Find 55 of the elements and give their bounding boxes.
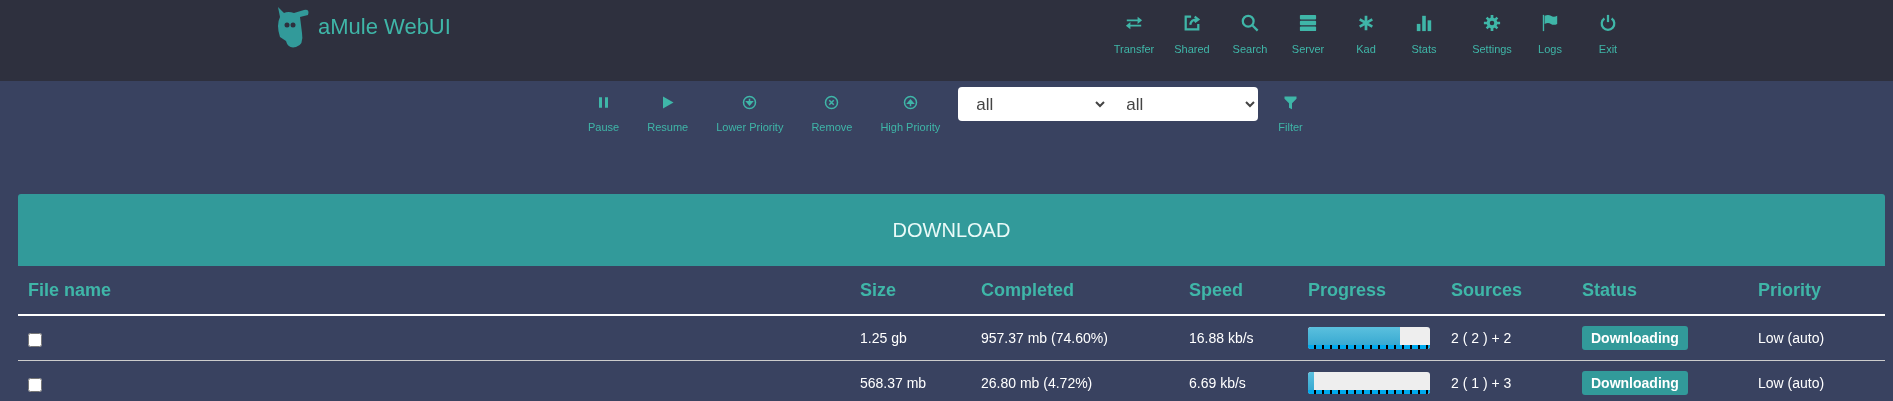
x-circle-icon [824, 95, 840, 110]
flag-icon [1541, 14, 1559, 32]
nav-link[interactable]: Transfer [1105, 14, 1163, 55]
column-header: Progress [1298, 266, 1441, 315]
column-header: Sources [1441, 266, 1572, 315]
nav-link[interactable]: Exit [1579, 14, 1637, 55]
nav-link[interactable]: Shared [1163, 14, 1221, 55]
table-cell: Low (auto) [1748, 315, 1885, 361]
table-cell: 568.37 mb [850, 360, 971, 401]
table-cell: Low (auto) [1748, 360, 1885, 401]
toolbar-button[interactable]: High Priority [866, 87, 955, 141]
status-badge: Downloading [1582, 371, 1688, 395]
filter-button[interactable]: Filter [1264, 87, 1317, 141]
server-icon [1299, 14, 1317, 32]
table-cell: 26.80 mb (4.72%) [971, 360, 1179, 401]
status-badge: Downloading [1582, 326, 1688, 350]
column-header: Speed [1179, 266, 1298, 315]
app-title: aMule WebUI [318, 14, 451, 40]
filter-dropdown[interactable]: all [958, 87, 1109, 121]
row-checkbox[interactable] [28, 377, 42, 392]
nav-link[interactable]: Search [1221, 14, 1279, 55]
table-cell: 1.25 gb [850, 315, 971, 361]
down-arrow-circle-icon [742, 95, 758, 110]
toolbar-button[interactable]: Lower Priority [702, 87, 798, 141]
column-header: Completed [971, 266, 1179, 315]
nav-link[interactable]: Settings [1463, 14, 1521, 55]
toolbar-button[interactable]: Resume [633, 87, 703, 141]
toolbar-button[interactable]: Remove [797, 87, 867, 141]
table-cell: 6.69 kb/s [1179, 360, 1298, 401]
up-arrow-circle-icon [902, 95, 918, 110]
nav-link[interactable]: Server [1279, 14, 1337, 55]
nav-link[interactable]: Logs [1521, 14, 1579, 55]
column-header: File name [18, 266, 850, 315]
filter-dropdown[interactable]: all [1108, 87, 1259, 121]
table-cell: 2 ( 2 ) + 2 [1441, 315, 1572, 361]
row-checkbox[interactable] [28, 332, 42, 347]
settings-icon [1483, 14, 1501, 32]
column-header: Status [1572, 266, 1748, 315]
arrows-icon [1125, 14, 1143, 32]
table-cell: 16.88 kb/s [1179, 315, 1298, 361]
column-header: Priority [1748, 266, 1885, 315]
table-cell: 2 ( 1 ) + 3 [1441, 360, 1572, 401]
column-header: Size [850, 266, 971, 315]
asterisk-icon [1357, 14, 1375, 32]
funnel-icon [1283, 95, 1298, 110]
table-cell: 957.37 mb (74.60%) [971, 315, 1179, 361]
bar-chart-icon [1415, 14, 1433, 32]
power-icon [1599, 14, 1617, 32]
share-icon [1183, 14, 1201, 32]
toolbar-button[interactable]: Pause [574, 87, 634, 141]
play-icon [660, 95, 676, 110]
search-icon [1241, 14, 1259, 32]
nav-link[interactable]: Stats [1395, 14, 1453, 55]
panel-title: DOWNLOAD [892, 218, 1011, 242]
nav-link[interactable]: Kad [1337, 14, 1395, 55]
